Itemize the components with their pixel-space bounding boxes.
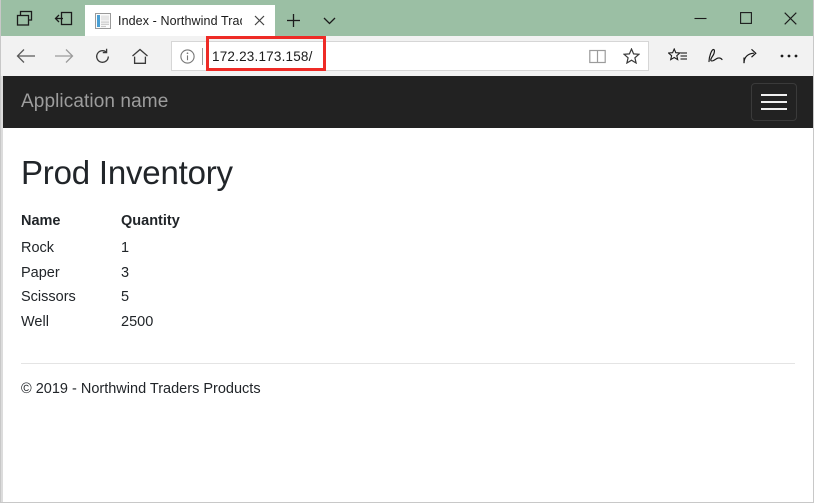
minimize-icon[interactable]	[678, 0, 723, 36]
table-header-row: Name Quantity	[21, 213, 180, 236]
star-icon[interactable]	[614, 39, 648, 73]
cell-name: Well	[21, 313, 49, 330]
app-brand[interactable]: Application name	[21, 91, 168, 113]
content-container: Prod Inventory Name Quantity Rock 1 Pape…	[3, 128, 813, 502]
address-bar[interactable]: 172.23.173.158/	[171, 41, 649, 71]
footer-text: © 2019 - Northwind Traders Products	[21, 381, 261, 397]
table-row: Rock 1	[21, 236, 180, 261]
reading-view-icon[interactable]	[580, 39, 614, 73]
cell-quantity: 5	[121, 289, 130, 305]
set-tabs-aside-icon[interactable]	[49, 3, 79, 33]
cell-quantity: 2500	[121, 313, 154, 330]
browser-window: Index - Northwind Trad 172.23.173.158/ A…	[0, 0, 814, 503]
cell-name: Paper	[21, 264, 60, 281]
home-icon[interactable]	[121, 39, 159, 73]
page-content: Application name Prod Inventory Name Qua…	[1, 76, 813, 502]
back-arrow-icon[interactable]	[7, 39, 45, 73]
close-icon[interactable]	[768, 0, 813, 36]
pen-icon[interactable]	[696, 39, 733, 73]
forward-arrow-icon[interactable]	[45, 39, 83, 73]
tab-preview-icon[interactable]	[9, 3, 39, 33]
column-header-name: Name	[21, 213, 61, 229]
toggler-bar	[761, 101, 787, 103]
table-head: Name Quantity	[21, 213, 180, 236]
toolbar-actions	[655, 39, 807, 73]
table-row: Well 2500	[21, 310, 180, 335]
address-bar-actions	[580, 39, 648, 73]
table-row: Paper 3	[21, 261, 180, 286]
cell-name: Rock	[21, 240, 55, 256]
browser-toolbar: 172.23.173.158/	[1, 36, 813, 76]
hamburger-menu-icon[interactable]	[751, 83, 797, 121]
browser-tab-title: Index - Northwind Trad	[118, 13, 242, 28]
window-controls	[678, 0, 813, 36]
app-navbar: Application name	[3, 76, 813, 128]
toggler-bar	[761, 94, 787, 96]
inventory-table: Name Quantity Rock 1 Paper 3 Scissors 5 …	[21, 213, 180, 334]
cell-name: Scissors	[21, 289, 76, 305]
chevron-down-icon[interactable]	[311, 5, 347, 36]
cell-quantity: 3	[121, 264, 130, 281]
address-bar-url[interactable]: 172.23.173.158/	[203, 49, 580, 64]
refresh-icon[interactable]	[83, 39, 121, 73]
table-row: Scissors 5	[21, 285, 180, 310]
share-icon[interactable]	[733, 39, 770, 73]
browser-title-bar: Index - Northwind Trad	[1, 0, 813, 36]
cell-quantity: 1	[121, 240, 130, 256]
new-tab-button[interactable]	[275, 5, 311, 36]
titlebar-left-icons	[1, 0, 85, 36]
ellipsis-icon[interactable]	[770, 39, 807, 73]
close-icon[interactable]	[249, 11, 269, 31]
info-circle-icon[interactable]	[172, 48, 202, 64]
table-body: Rock 1 Paper 3 Scissors 5 Well 2500	[21, 236, 180, 334]
browser-tab[interactable]: Index - Northwind Trad	[85, 5, 275, 36]
toggler-bar	[761, 108, 787, 110]
page-favicon	[94, 12, 111, 29]
column-header-quantity: Quantity	[121, 213, 180, 229]
maximize-icon[interactable]	[723, 0, 768, 36]
page-title: Prod Inventory	[21, 154, 233, 191]
star-list-icon[interactable]	[659, 39, 696, 73]
